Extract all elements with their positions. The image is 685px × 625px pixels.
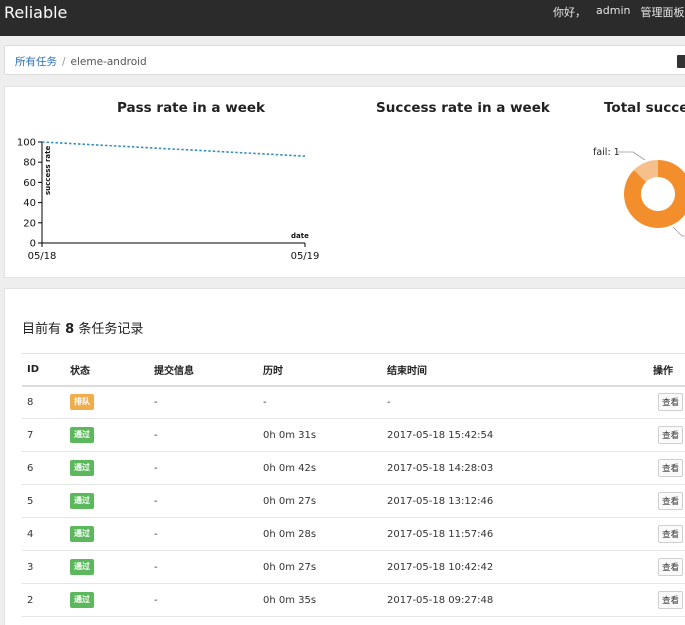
status-badge: 通过 [70,592,94,608]
table-row: 4 通过 -0h 0m 28s 2017-05-18 11:57:46 查看 [22,517,685,551]
nav-user-link[interactable]: admin [596,4,630,22]
status-cell: 通过 [70,517,154,551]
status-cell: 通过 [70,451,154,485]
task-id: 6 [22,451,70,485]
nav-links: 你好， admin 管理面板 帮助 [553,4,685,22]
pie-label-leader-line-success [672,226,685,237]
task-id: 2 [22,583,70,617]
status-badge: 通过 [70,460,94,476]
table-row: 2 通过 -0h 0m 35s 2017-05-18 09:27:48 查看 [22,583,685,617]
breadcrumb-panel: 所有任务 / eleme-android [4,45,685,75]
task-duration: 0h 0m 42s [263,451,387,485]
operations-cell: 查看 [653,385,685,419]
task-id: 8 [22,385,70,419]
task-end-time: 2017-05-18 14:28:03 [387,451,653,485]
view-button[interactable]: 查看 [657,591,683,609]
table-row: 5 通过 -0h 0m 27s 2017-05-18 13:12:46 查看 [22,484,685,518]
column-header-end-time: 结束时间 [387,353,653,387]
task-info: - [154,550,263,584]
task-end-time: 2017-05-18 13:12:46 [387,484,653,518]
task-id: 4 [22,517,70,551]
status-cell: 通过 [70,484,154,518]
task-id: 5 [22,484,70,518]
task-duration: 0h 0m 27s [263,484,387,518]
view-button[interactable]: 查看 [657,492,683,510]
task-id: 7 [22,418,70,452]
table-row: 8 排队 - - - 查看 [22,385,685,419]
task-table: ID 状态 提交信息 历时 结束时间 操作 8 排队 - - - 查看 7 通过 -0h 0m … [22,353,685,617]
task-info: - [154,517,263,551]
operations-cell: 查看 [653,451,685,485]
task-count-suffix: 条任务记录 [78,322,144,337]
view-button[interactable]: 查看 [657,426,683,444]
app-brand[interactable]: Reliable [4,3,67,23]
view-button[interactable]: 查看 [657,459,683,477]
task-count: 8 [65,322,75,337]
task-end-time: 2017-05-18 09:27:48 [387,583,653,617]
column-header-status: 状态 [70,353,154,387]
task-end-time: 2017-05-18 15:42:54 [387,418,653,452]
task-info: - [154,484,263,518]
nav-dashboard-link[interactable]: 管理面板 [640,4,684,22]
task-info: - [154,451,263,485]
status-cell: 排队 [70,385,154,419]
operations-cell: 查看 [653,550,685,584]
task-end-time: 2017-05-18 11:57:46 [387,517,653,551]
status-badge: 通过 [70,427,94,443]
column-header-duration: 历时 [263,353,387,387]
edit-icon[interactable] [677,55,685,68]
operations-cell: 查看 [653,583,685,617]
task-end-time: - [387,385,653,419]
table-header-row: ID 状态 提交信息 历时 结束时间 操作 [22,353,685,387]
status-cell: 通过 [70,550,154,584]
status-badge: 通过 [70,559,94,575]
task-info: - [154,583,263,617]
pie-label-fail: fail: 1 [593,147,620,158]
table-row: 3 通过 -0h 0m 27s 2017-05-18 10:42:42 查看 [22,550,685,584]
view-button[interactable]: 查看 [657,525,683,543]
table-row: 7 通过 -0h 0m 31s 2017-05-18 15:42:54 查看 [22,418,685,452]
breadcrumb: 所有任务 / eleme-android [15,54,147,69]
breadcrumb-all-tasks-link[interactable]: 所有任务 [15,56,57,68]
charts-panel: Pass rate in a week Success rate in a we… [4,86,685,278]
task-duration: 0h 0m 35s [263,583,387,617]
task-duration: 0h 0m 27s [263,550,387,584]
task-duration: - [263,385,387,419]
status-cell: 通过 [70,583,154,617]
task-count-heading: 目前有 8 条任务记录 [22,318,143,337]
nav-greeting: 你好， [553,6,586,19]
top-navbar: Reliable 你好， admin 管理面板 帮助 [0,0,685,36]
status-badge: 排队 [70,394,94,411]
breadcrumb-separator: / [62,56,66,68]
operations-cell: 查看 [653,484,685,518]
breadcrumb-current: eleme-android [70,56,147,68]
total-success-chart: fail: 1 [593,147,685,237]
status-badge: 通过 [70,526,94,542]
view-button[interactable]: 查看 [657,558,683,576]
operations-cell: 查看 [653,418,685,452]
task-count-prefix: 目前有 [22,322,62,337]
pie-label-leader-line [618,151,646,161]
status-cell: 通过 [70,418,154,452]
task-info: - [154,418,263,452]
task-end-time: 2017-05-18 10:42:42 [387,550,653,584]
task-duration: 0h 0m 28s [263,517,387,551]
status-badge: 通过 [70,493,94,509]
task-info: - [154,385,263,419]
view-button[interactable]: 查看 [657,393,683,412]
column-header-operations: 操作 [653,353,685,387]
column-header-info: 提交信息 [154,353,263,387]
task-duration: 0h 0m 31s [263,418,387,452]
operations-cell: 查看 [653,517,685,551]
task-id: 3 [22,550,70,584]
task-list-panel: 目前有 8 条任务记录 ID 状态 提交信息 历时 结束时间 操作 8 排队 - - -… [4,288,685,625]
column-header-id: ID [22,353,70,387]
table-row: 6 通过 -0h 0m 42s 2017-05-18 14:28:03 查看 [22,451,685,485]
